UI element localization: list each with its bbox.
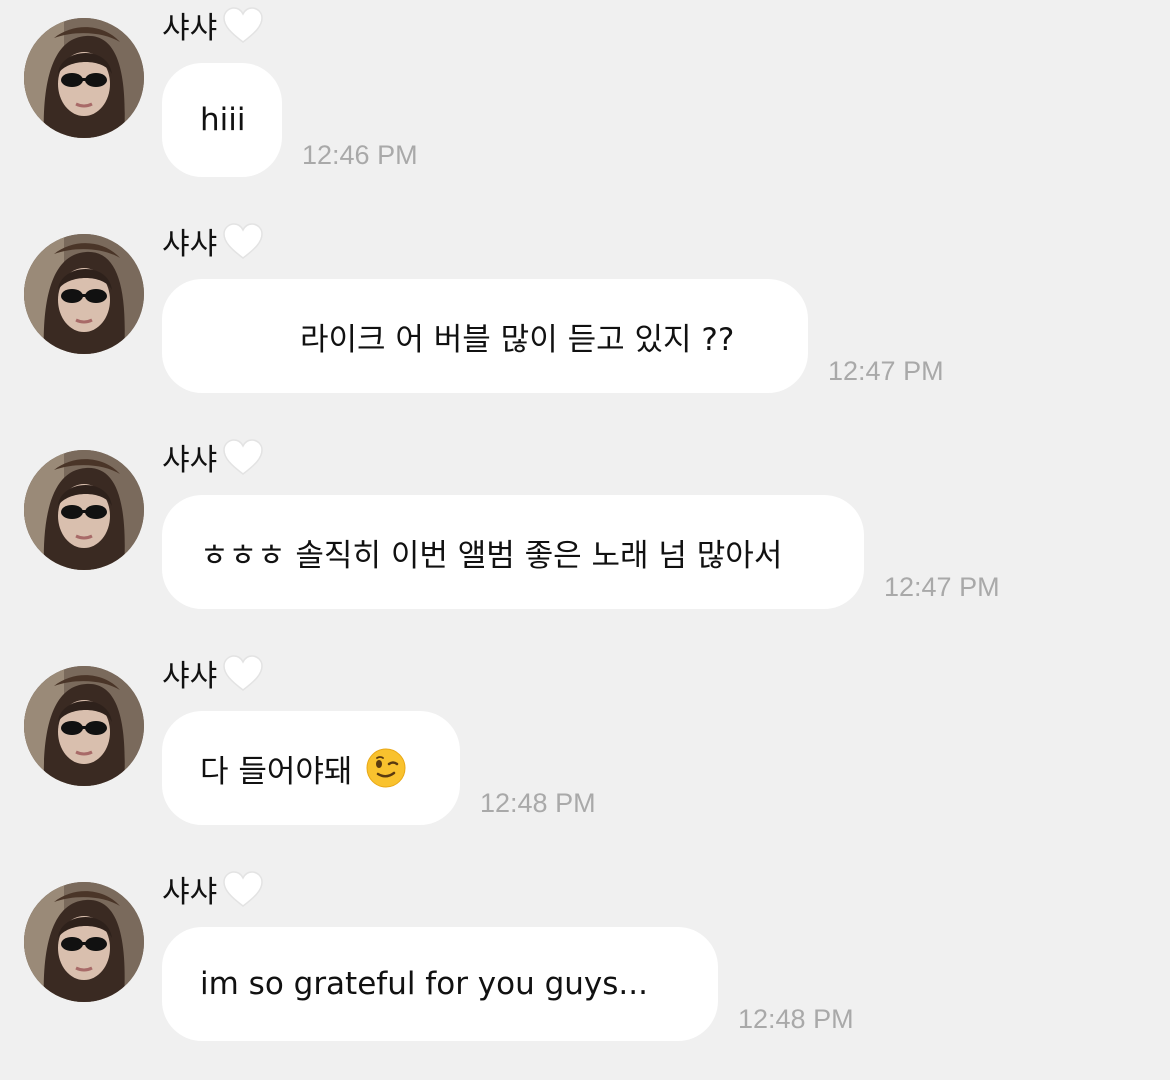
white-heart-icon — [221, 437, 265, 477]
avatar[interactable] — [24, 882, 144, 1002]
sender-label: 샤샤 — [162, 659, 218, 694]
message-bubble[interactable]: im so grateful for you guys... — [162, 927, 718, 1041]
message-text: 다 들어야돼 — [200, 753, 353, 790]
sender-label: 샤샤 — [162, 875, 218, 910]
sender-name: 샤샤 — [162, 216, 265, 266]
message-timestamp: 12:48 PM — [738, 1004, 854, 1034]
winking-face-emoji — [366, 748, 406, 788]
message-timestamp: 12:47 PM — [884, 572, 1000, 602]
white-heart-icon — [221, 653, 265, 693]
message-text: 라이크 어 버블 많이 듣고 있지 ?? — [300, 321, 735, 358]
sender-label: 샤샤 — [162, 227, 218, 262]
message-text: im so grateful for you guys... — [200, 966, 648, 1002]
message-text: hiii — [200, 102, 246, 138]
message-bubble[interactable]: ㅎㅎㅎ 솔직히 이번 앨범 좋은 노래 넘 많아서 — [162, 495, 864, 609]
message-row: 샤샤 ㅎㅎㅎ 솔직히 이번 앨범 좋은 노래 넘 많아서 12:47 PM — [0, 432, 1170, 648]
avatar[interactable] — [24, 450, 144, 570]
message-row: 샤샤 im so grateful for you guys... 12:48 … — [0, 864, 1170, 1080]
avatar[interactable] — [24, 234, 144, 354]
message-timestamp: 12:48 PM — [480, 788, 596, 818]
message-row: 샤샤 라이크 어 버블 많이 듣고 있지 ?? 12:47 PM — [0, 216, 1170, 432]
message-bubble[interactable]: hiii — [162, 63, 282, 177]
sender-name: 샤샤 — [162, 648, 265, 698]
white-heart-icon — [221, 869, 265, 909]
white-heart-icon — [221, 221, 265, 261]
sender-label: 샤샤 — [162, 11, 218, 46]
sender-name: 샤샤 — [162, 0, 265, 50]
message-row: 샤샤 hiii 12:46 PM — [0, 0, 1170, 216]
message-bubble[interactable]: 라이크 어 버블 많이 듣고 있지 ?? — [162, 279, 808, 393]
white-heart-icon — [221, 5, 265, 45]
sender-name: 샤샤 — [162, 432, 265, 482]
message-text: ㅎㅎㅎ 솔직히 이번 앨범 좋은 노래 넘 많아서 — [200, 537, 783, 574]
avatar[interactable] — [24, 666, 144, 786]
message-timestamp: 12:46 PM — [302, 140, 418, 170]
sender-label: 샤샤 — [162, 443, 218, 478]
message-bubble[interactable]: 다 들어야돼 — [162, 711, 460, 825]
message-timestamp: 12:47 PM — [828, 356, 944, 386]
avatar[interactable] — [24, 18, 144, 138]
sender-name: 샤샤 — [162, 864, 265, 914]
message-row: 샤샤 다 들어야돼 12:48 PM — [0, 648, 1170, 864]
